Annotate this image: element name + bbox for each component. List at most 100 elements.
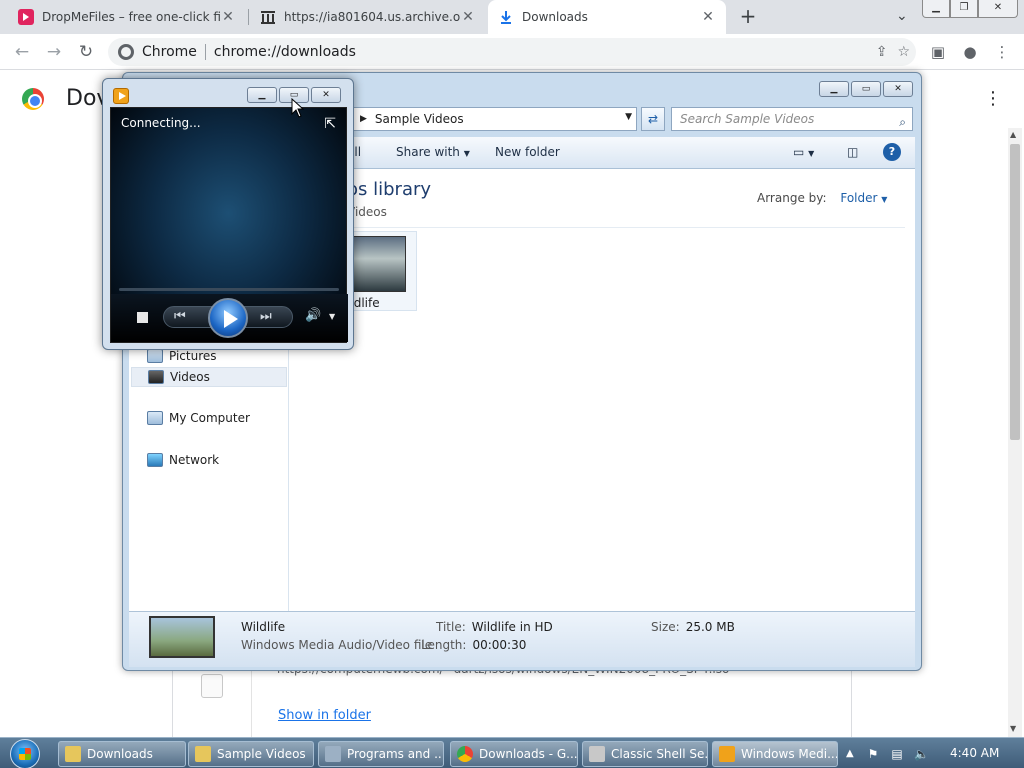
- tab-downloads[interactable]: Downloads ✕: [488, 0, 726, 34]
- volume-dropdown-icon[interactable]: ▼: [329, 312, 335, 321]
- search-placeholder: Search Sample Videos: [680, 112, 815, 126]
- preview-pane-icon[interactable]: ◫: [847, 145, 858, 159]
- omnibox-scheme-label: Chrome: [142, 44, 197, 60]
- address-bar[interactable]: Chrome chrome://downloads ⇪ ☆: [108, 38, 916, 66]
- show-hidden-icons-icon[interactable]: ▲: [846, 748, 854, 759]
- star-icon[interactable]: ☆: [897, 44, 910, 60]
- profile-icon[interactable]: ●: [960, 42, 980, 62]
- file-icon: [201, 674, 223, 698]
- address-dropdown-icon[interactable]: ▼: [625, 112, 632, 122]
- search-icon[interactable]: ⌕: [899, 111, 906, 133]
- explorer-window-controls: ▁ ▭ ✕: [819, 81, 913, 97]
- arrange-label: Arrange by:: [757, 191, 827, 205]
- refresh-icon[interactable]: ⇄: [641, 107, 665, 131]
- taskbar-clock[interactable]: 4:40 AM: [950, 746, 999, 760]
- computer-icon: [147, 411, 163, 425]
- scroll-up-icon[interactable]: ▲: [1010, 130, 1016, 139]
- change-view-icon[interactable]: ▭ ▼: [793, 145, 814, 159]
- media-player-logo-icon: [113, 88, 129, 104]
- playback-controls: ⏮ ⏭ 🔊 ▼: [111, 294, 348, 342]
- media-player-icon: [719, 746, 735, 762]
- chevron-down-icon: ▼: [881, 195, 888, 204]
- chrome-window-controls: ▁ ❐ ✕: [922, 0, 1018, 18]
- archive-favicon-icon: [260, 9, 276, 25]
- tab-close-icon[interactable]: ✕: [460, 9, 476, 25]
- breadcrumb-folder[interactable]: Sample Videos: [375, 112, 464, 126]
- download-icon: [498, 9, 514, 25]
- kebab-menu-icon[interactable]: ⋮: [992, 42, 1012, 62]
- taskbar-item-chrome[interactable]: Downloads - G...: [450, 741, 578, 767]
- arrange-by: Arrange by: Folder ▼: [757, 191, 887, 205]
- close-icon[interactable]: ✕: [311, 87, 341, 103]
- chrome-logo-icon: [22, 88, 44, 110]
- side-panel-icon[interactable]: ▣: [928, 42, 948, 62]
- new-folder-button[interactable]: New folder: [495, 145, 560, 159]
- arrange-by-dropdown[interactable]: Folder ▼: [840, 191, 887, 205]
- nav-item-network[interactable]: Network: [147, 453, 219, 467]
- playback-status: Connecting...: [121, 116, 201, 130]
- share-icon[interactable]: ⇪: [876, 44, 888, 60]
- taskbar-item-downloads-folder[interactable]: Downloads: [58, 741, 186, 767]
- chrome-icon: [457, 746, 473, 762]
- taskbar-item-media-player[interactable]: Windows Medi...: [712, 741, 838, 767]
- nav-item-my-computer[interactable]: My Computer: [147, 411, 250, 425]
- taskbar-item-sample-videos[interactable]: Sample Videos: [188, 741, 314, 767]
- tab-dropmefiles[interactable]: DropMeFiles – free one-click file ✕: [8, 0, 246, 34]
- play-icon[interactable]: [208, 298, 248, 338]
- scroll-down-icon[interactable]: ▼: [1010, 724, 1016, 733]
- tab-title: DropMeFiles – free one-click file: [42, 10, 220, 24]
- mouse-cursor-icon: [291, 98, 305, 118]
- minimize-icon[interactable]: ▁: [247, 87, 277, 103]
- nav-item-pictures[interactable]: Pictures: [147, 349, 217, 363]
- next-icon[interactable]: ⏭: [260, 309, 272, 324]
- share-with-button[interactable]: Share with ▼: [396, 145, 470, 159]
- restore-icon[interactable]: ❐: [950, 0, 978, 18]
- seek-bar[interactable]: [119, 288, 339, 291]
- page-kebab-menu-icon[interactable]: ⋮: [984, 88, 1002, 109]
- library-divider: [299, 227, 905, 228]
- start-button[interactable]: [10, 739, 40, 768]
- explorer-address-bar[interactable]: ▶ Sample Videos ▼: [353, 107, 637, 131]
- details-length: Length: 00:00:30: [421, 638, 527, 652]
- close-icon[interactable]: ✕: [978, 0, 1018, 18]
- close-icon[interactable]: ✕: [883, 81, 913, 97]
- details-file-name: Wildlife: [241, 620, 286, 634]
- stop-icon[interactable]: [137, 312, 148, 323]
- minimize-icon[interactable]: ▁: [819, 81, 849, 97]
- tab-close-icon[interactable]: ✕: [220, 9, 236, 25]
- show-in-folder-link[interactable]: Show in folder: [278, 708, 371, 723]
- taskbar-item-programs[interactable]: Programs and ...: [318, 741, 444, 767]
- flag-alert-icon[interactable]: ⚑: [866, 747, 880, 761]
- tab-title: Downloads: [522, 10, 588, 24]
- tab-archive[interactable]: https://ia801604.us.archive.org/2 ✕: [250, 0, 486, 34]
- volume-muted-icon[interactable]: 🔈: [914, 747, 929, 761]
- video-display[interactable]: Connecting... ⇱ ⏮ ⏭ 🔊 ▼: [110, 107, 348, 343]
- reload-icon[interactable]: ↻: [76, 42, 96, 62]
- explorer-search-input[interactable]: Search Sample Videos ⌕: [671, 107, 913, 131]
- media-player-window: ▁ ▭ ✕ Connecting... ⇱ ⏮ ⏭ 🔊 ▼: [102, 78, 354, 350]
- taskbar: Downloads Sample Videos Programs and ...…: [0, 737, 1024, 768]
- chrome-tabstrip: DropMeFiles – free one-click file ✕ http…: [0, 0, 1024, 34]
- previous-icon[interactable]: ⏮: [174, 309, 186, 324]
- maximize-icon[interactable]: ▭: [851, 81, 881, 97]
- switch-to-library-icon[interactable]: ⇱: [324, 116, 336, 132]
- details-title: Title: Wildlife in HD: [436, 620, 553, 634]
- back-arrow-icon[interactable]: ←: [12, 42, 32, 62]
- folder-icon: [195, 746, 211, 762]
- volume-icon[interactable]: 🔊: [305, 308, 321, 323]
- network-tray-icon[interactable]: ▤: [890, 747, 904, 761]
- pictures-icon: [147, 349, 163, 363]
- taskbar-item-classic-shell[interactable]: Classic Shell Se...: [582, 741, 708, 767]
- page-scrollbar-thumb[interactable]: [1010, 144, 1020, 440]
- new-tab-plus-icon[interactable]: +: [738, 6, 758, 26]
- omnibox-divider: [204, 44, 206, 60]
- chrome-site-icon: [118, 44, 134, 60]
- help-icon[interactable]: ?: [883, 143, 901, 161]
- details-file-type: Windows Media Audio/Video file: [241, 638, 433, 652]
- tab-close-icon[interactable]: ✕: [700, 9, 716, 25]
- nav-item-videos[interactable]: Videos: [131, 367, 287, 387]
- minimize-icon[interactable]: ▁: [922, 0, 950, 18]
- library-title: os library: [347, 179, 432, 200]
- forward-arrow-icon[interactable]: →: [44, 42, 64, 62]
- tab-search-chevron-icon[interactable]: ⌄: [896, 8, 908, 24]
